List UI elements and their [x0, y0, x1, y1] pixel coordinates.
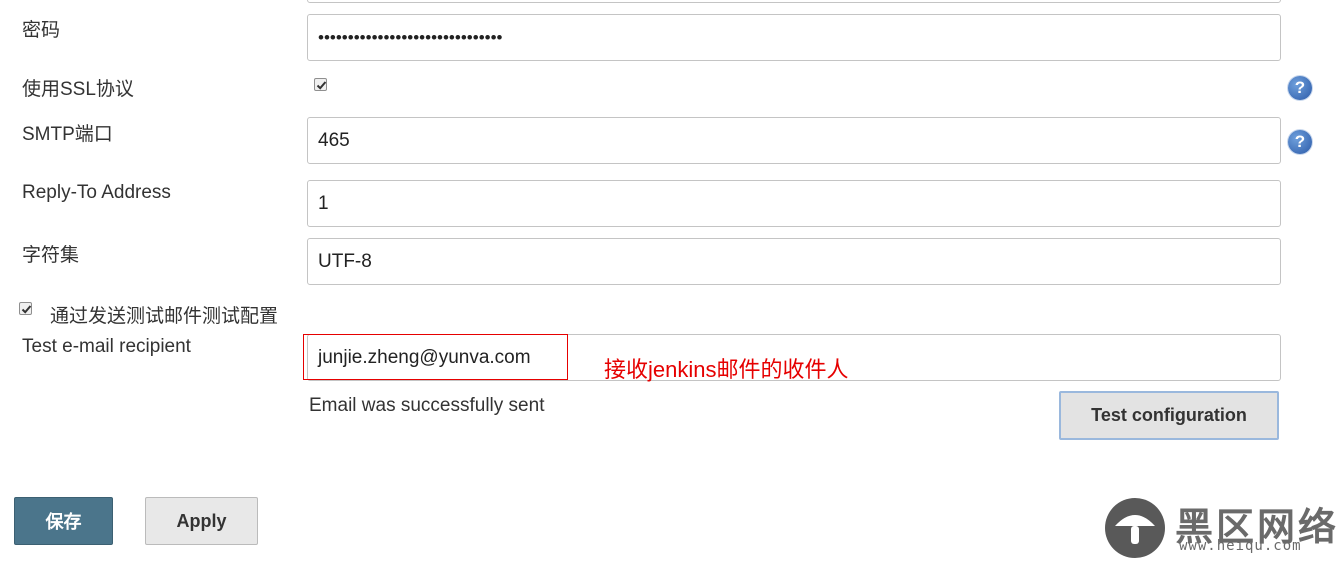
charset-value: UTF-8 [318, 250, 372, 272]
test-configuration-button[interactable]: Test configuration [1059, 391, 1279, 440]
smtp-port-label: SMTP端口 [22, 124, 113, 145]
check-icon [21, 305, 32, 314]
password-field[interactable]: ••••••••••••••••••••••••••••••• [307, 14, 1281, 61]
ssl-checkbox[interactable] [314, 78, 327, 91]
smtp-port-field[interactable]: 465 [307, 117, 1281, 164]
test-email-checkbox[interactable] [19, 302, 32, 315]
annotation-text: 接收jenkins邮件的收件人 [604, 357, 849, 382]
reply-to-label: Reply-To Address [22, 182, 171, 203]
password-value: ••••••••••••••••••••••••••••••• [318, 27, 503, 47]
previous-field-bottom[interactable] [307, 0, 1281, 3]
smtp-port-help-icon[interactable]: ? [1288, 130, 1312, 154]
smtp-port-value: 465 [318, 129, 350, 151]
ssl-help-icon[interactable]: ? [1288, 76, 1312, 100]
password-label: 密码 [22, 20, 61, 41]
save-button[interactable]: 保存 [14, 497, 113, 545]
charset-field[interactable]: UTF-8 [307, 238, 1281, 285]
watermark: 黑区网络 www.heiqu.com [1103, 496, 1336, 560]
test-email-toggle-label: 通过发送测试邮件测试配置 [50, 306, 279, 327]
test-recipient-label: Test e-mail recipient [22, 336, 191, 357]
watermark-url: www.heiqu.com [1179, 538, 1302, 554]
ssl-label: 使用SSL协议 [22, 79, 134, 100]
mushroom-logo-icon [1105, 498, 1165, 558]
status-message: Email was successfully sent [309, 395, 545, 416]
annotation-highlight-box [303, 334, 568, 380]
reply-to-field[interactable]: 1 [307, 180, 1281, 227]
charset-label: 字符集 [22, 245, 80, 266]
check-icon [316, 81, 327, 90]
reply-to-value: 1 [318, 192, 329, 214]
apply-button[interactable]: Apply [145, 497, 258, 545]
